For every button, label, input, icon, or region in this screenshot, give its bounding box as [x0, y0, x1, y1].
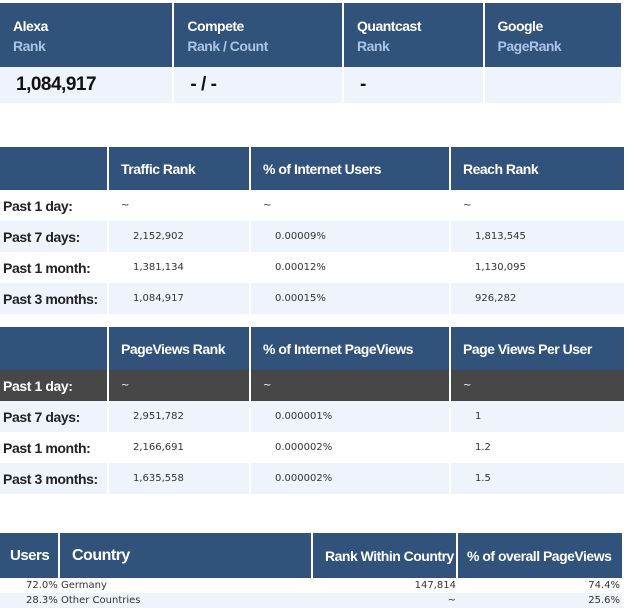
column-header	[0, 327, 109, 370]
table-row: Past 7 days: 2,152,902 0.00009% 1,813,54…	[0, 221, 624, 252]
country-name: Germany	[60, 580, 107, 591]
table-row: Past 1 day: ~ ~ ~	[0, 190, 624, 221]
traffic-rank-cell: 2,152,902	[109, 221, 251, 252]
table-row: Past 3 months: 1,635,558 0.000002% 1.5	[0, 463, 624, 494]
pageviews-per-user-cell: 1	[451, 401, 624, 432]
column-header	[0, 147, 109, 190]
rank-within-country-cell: 147,814	[414, 580, 456, 591]
compete-header: Compete Rank / Count	[174, 3, 345, 67]
reach-rank-cell: ~	[463, 200, 472, 211]
internet-pageviews-cell: 0.000002%	[251, 463, 451, 494]
internet-users-cell: 0.00015%	[251, 283, 451, 314]
table-row: Past 1 month: 1,381,134 0.00012% 1,130,0…	[0, 252, 624, 283]
table-row: Past 7 days: 2,951,782 0.000001% 1	[0, 401, 624, 432]
internet-users-cell: ~	[251, 190, 451, 221]
traffic-rank-cell: 1,084,917	[109, 283, 251, 314]
pageviews-per-user-cell: 1.2	[475, 442, 491, 453]
row-label: Past 1 day:	[0, 190, 109, 221]
pageviews-rank-cell: 2,951,782	[109, 401, 251, 432]
overall-pageviews-cell: 74.4%	[588, 580, 620, 591]
pageviews-per-user-cell: ~	[451, 370, 624, 401]
column-header-rank-within-country: Rank Within Country	[313, 533, 458, 578]
internet-users-cell: 0.00012%	[251, 252, 451, 283]
traffic-rank-cell: ~	[109, 190, 251, 221]
column-header-country: Country	[60, 533, 313, 578]
column-header-users: Users	[0, 533, 60, 578]
column-header-reach-rank: Reach Rank	[451, 147, 624, 190]
pageviews-per-user-cell: 1.5	[451, 463, 624, 494]
users-share: 28.3%	[26, 595, 58, 606]
internet-pageviews-cell: ~	[251, 370, 451, 401]
reach-rank-cell: 1,813,545	[451, 221, 624, 252]
row-label: Past 1 day:	[0, 370, 109, 401]
pageviews-rank-cell: ~	[109, 370, 251, 401]
row-label: Past 7 days:	[0, 401, 109, 432]
users-country-cell: 28.3% Other Countries	[0, 593, 313, 608]
column-header-internet-pageviews: % of Internet PageViews	[251, 327, 451, 370]
table-row: 72.0% Germany 147,814 74.4%	[0, 578, 622, 593]
row-label: Past 1 month:	[0, 432, 109, 463]
alexa-header: Alexa Rank	[0, 3, 175, 67]
country-table: Users Country Rank Within Country % of o…	[0, 533, 622, 608]
compete-rank-value: - / -	[174, 67, 345, 103]
traffic-rank-cell: 1,381,134	[109, 252, 251, 283]
row-label: Past 3 months:	[0, 463, 109, 494]
internet-users-cell: 0.00009%	[251, 221, 451, 252]
column-header-pageviews-per-user: Page Views Per User	[451, 327, 624, 370]
column-header-pageviews-rank: PageViews Rank	[109, 327, 251, 370]
table-row: Past 1 month: 2,166,691 0.000002% 1.2	[0, 432, 624, 463]
rank-summary-table: Alexa Rank Compete Rank / Count Quantcast R…	[0, 3, 621, 103]
google-header: Google PageRank	[484, 3, 621, 67]
column-header-overall-pageviews: % of overall PageViews	[458, 533, 622, 578]
pageviews-rank-cell: 2,166,691	[109, 432, 251, 463]
column-header-traffic-rank: Traffic Rank	[109, 147, 251, 190]
table-row: Past 3 months: 1,084,917 0.00015% 926,28…	[0, 283, 624, 314]
traffic-rank-table: Traffic Rank % of Internet Users Reach R…	[0, 147, 624, 314]
users-share: 72.0%	[26, 580, 58, 591]
column-header-internet-users: % of Internet Users	[251, 147, 451, 190]
table-row-highlighted: Past 1 day: ~ ~ ~	[0, 370, 624, 401]
overall-pageviews-cell: 25.6%	[458, 593, 622, 608]
rank-within-country-cell: ~	[313, 593, 458, 608]
reach-rank-cell: 926,282	[451, 283, 624, 314]
table-row: 28.3% Other Countries ~ 25.6%	[0, 593, 622, 608]
country-name: Other Countries	[60, 595, 141, 606]
pageviews-table: PageViews Rank % of Internet PageViews P…	[0, 327, 624, 494]
row-label: Past 7 days:	[0, 221, 109, 252]
quantcast-header: Quantcast Rank	[344, 3, 485, 67]
quantcast-rank-value: -	[344, 67, 485, 103]
row-label: Past 1 month:	[0, 252, 109, 283]
pageviews-rank-cell: 1,635,558	[109, 463, 251, 494]
google-pagerank-value	[484, 67, 621, 103]
row-label: Past 3 months:	[0, 283, 109, 314]
reach-rank-cell: 1,130,095	[475, 262, 526, 273]
internet-pageviews-cell: 0.000002%	[251, 432, 451, 463]
users-country-cell: 72.0% Germany	[0, 578, 313, 593]
alexa-rank-value: 1,084,917	[0, 67, 175, 103]
internet-pageviews-cell: 0.000001%	[251, 401, 451, 432]
